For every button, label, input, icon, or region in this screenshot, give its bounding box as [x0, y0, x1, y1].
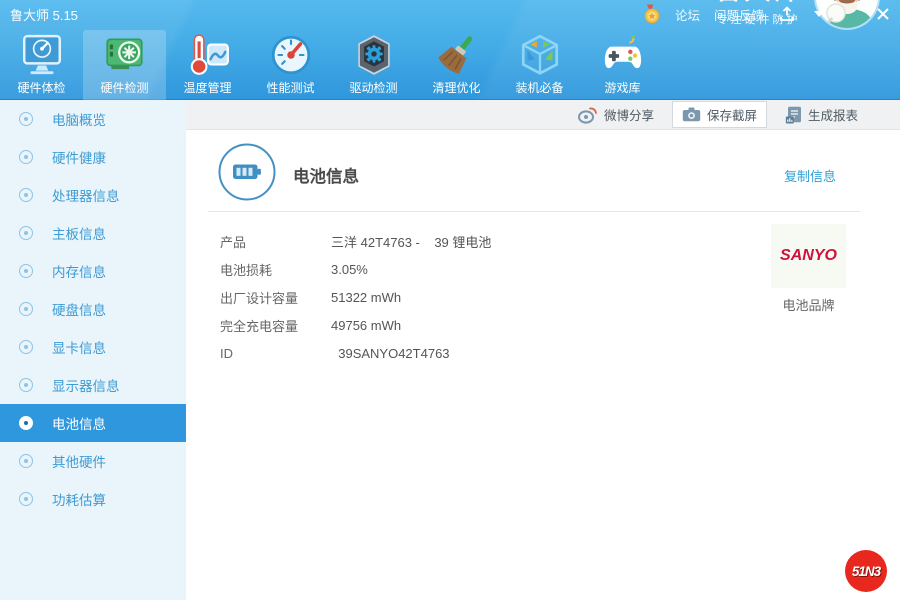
sidebar-item-memory-info[interactable]: 内存信息: [0, 252, 186, 290]
cube-box-icon: [517, 32, 563, 78]
table-row-design-capacity: 出厂设计容量 51322 mWh: [220, 289, 402, 306]
51n3-watermark: 51N3: [845, 550, 887, 592]
brand-slogan: 专注硬件防护: [716, 13, 801, 26]
nav-item-hardware-detect[interactable]: 硬件检测: [83, 30, 166, 100]
nav-item-label: 硬件检测: [100, 81, 149, 95]
window-body: 电脑概览 硬件健康 处理器信息 主板信息 内存信息 硬盘信息 显卡信息 显示器信…: [0, 100, 900, 600]
header: 鲁大师 5.15 论坛 问题反馈 硬件体检 硬件检测 温度管理 性能测试 驱动检…: [0, 0, 900, 100]
nav-item-cleanup[interactable]: 清理优化: [415, 30, 498, 100]
sanyo-logo-text: SANYO: [780, 247, 837, 264]
sidebar-item-battery-info[interactable]: 电池信息: [0, 404, 186, 442]
sidebar-item-monitor-info[interactable]: 显示器信息: [0, 366, 186, 404]
nav-item-label: 性能测试: [266, 81, 315, 95]
sidebar-item-other-hardware[interactable]: 其他硬件: [0, 442, 186, 480]
mascot-avatar[interactable]: [816, 0, 878, 28]
nav-item-game-library[interactable]: 游戏库: [581, 30, 664, 100]
copy-info-link[interactable]: 复制信息: [784, 166, 836, 185]
thermometer-chart-icon: [185, 32, 231, 78]
table-row-product: 产品 三洋 42T4763 - 39 锂电池: [220, 234, 492, 250]
table-row-wear-level: 电池损耗 3.05%: [220, 261, 368, 278]
nav-item-label: 温度管理: [183, 81, 232, 95]
sidebar-item-power-estimate[interactable]: 功耗估算: [0, 480, 186, 518]
radio-icon: [19, 378, 33, 392]
weibo-share-button[interactable]: 微博分享: [577, 105, 654, 124]
nav-item-driver-detect[interactable]: 驱动检测: [332, 30, 415, 100]
gear-hexagon-icon: [351, 32, 397, 78]
nav-item-essentials[interactable]: 装机必备: [498, 30, 581, 100]
sidebar: 电脑概览 硬件健康 处理器信息 主板信息 内存信息 硬盘信息 显卡信息 显示器信…: [0, 100, 186, 600]
radio-icon: [19, 226, 33, 240]
sidebar-item-disk-info[interactable]: 硬盘信息: [0, 290, 186, 328]
save-screenshot-button[interactable]: 保存截屏: [671, 101, 767, 128]
report-icon: [785, 106, 801, 123]
radio-icon: [19, 302, 33, 316]
radio-icon: [19, 340, 33, 354]
main-nav: 硬件体检 硬件检测 温度管理 性能测试 驱动检测 清理优化 装机必备 游戏库 专…: [0, 0, 900, 100]
sidebar-item-cpu-info[interactable]: 处理器信息: [0, 176, 186, 214]
table-row-id: ID 39SANYO42T4763: [220, 345, 450, 361]
speed-gauge-icon: [268, 32, 314, 78]
battery-icon: [218, 143, 276, 206]
radio-icon: [19, 112, 33, 126]
nav-item-label: 清理优化: [432, 81, 481, 95]
camera-icon: [682, 107, 701, 122]
toolbar: 微博分享 保存截屏 生成报表: [186, 100, 900, 130]
nav-item-benchmark[interactable]: 性能测试: [249, 30, 332, 100]
monitor-scan-icon: [19, 32, 65, 78]
gamepad-icon: [600, 32, 646, 78]
radio-icon: [19, 492, 33, 506]
divider: [208, 211, 860, 212]
app-title: 鲁大师 5.15: [10, 7, 78, 23]
radio-icon: [19, 416, 33, 430]
page-title: 电池信息: [293, 168, 359, 186]
main-area: 微博分享 保存截屏 生成报表 电池信息 复制信息 产品 三洋 42T4763 -…: [186, 100, 900, 600]
nav-item-label: 游戏库: [604, 81, 641, 95]
brand-name: 鲁大师: [715, 0, 802, 7]
table-row-full-charge-capacity: 完全充电容量 49756 mWh: [220, 317, 402, 334]
gpu-card-icon: [102, 32, 148, 78]
radio-icon: [19, 264, 33, 278]
forum-link[interactable]: 论坛: [675, 5, 700, 24]
app-window: 鲁大师 5.15 论坛 问题反馈 硬件体检 硬件检测 温度管理 性能测试 驱动检…: [0, 0, 900, 600]
radio-icon: [19, 150, 33, 164]
nav-item-label: 硬件体检: [17, 81, 66, 95]
battery-info-panel: 电池信息 复制信息 产品 三洋 42T4763 - 39 锂电池 电池损耗 3.…: [186, 130, 900, 600]
medal-icon[interactable]: [643, 4, 661, 23]
brand-area: 鲁大师 专注硬件防护: [715, 0, 878, 28]
weibo-icon: [577, 107, 597, 124]
nav-item-hardware-checkup[interactable]: 硬件体检: [0, 30, 83, 100]
radio-icon: [19, 188, 33, 202]
radio-icon: [19, 454, 33, 468]
broom-icon: [434, 32, 480, 78]
nav-item-label: 驱动检测: [349, 81, 398, 95]
battery-brand-logo: SANYO: [771, 224, 846, 288]
sidebar-item-gpu-info[interactable]: 显卡信息: [0, 328, 186, 366]
sidebar-item-motherboard-info[interactable]: 主板信息: [0, 214, 186, 252]
battery-brand-caption: 电池品牌: [782, 298, 835, 313]
battery-detail-table: 产品 三洋 42T4763 - 39 锂电池 电池损耗 3.05% 出厂设计容量…: [220, 227, 491, 367]
generate-report-button[interactable]: 生成报表: [785, 105, 858, 124]
nav-item-label: 装机必备: [515, 81, 564, 95]
nav-item-temperature[interactable]: 温度管理: [166, 30, 249, 100]
sidebar-item-computer-overview[interactable]: 电脑概览: [0, 100, 186, 138]
sidebar-item-hardware-health[interactable]: 硬件健康: [0, 138, 186, 176]
